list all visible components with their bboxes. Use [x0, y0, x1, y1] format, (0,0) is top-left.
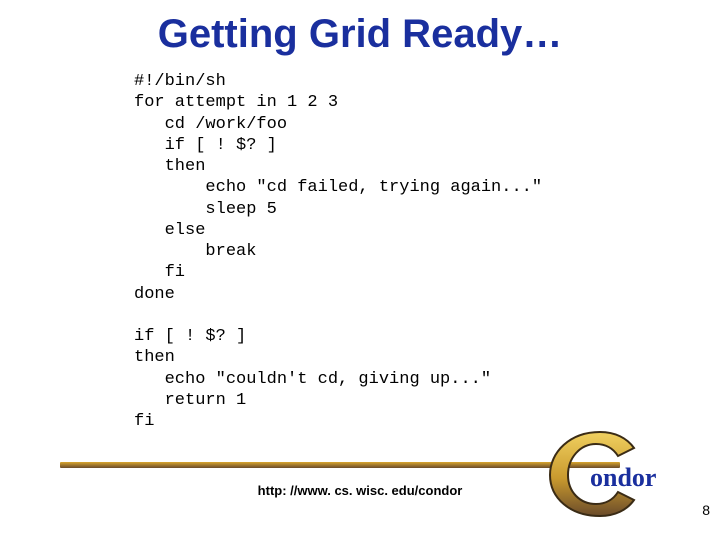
code-block: #!/bin/sh for attempt in 1 2 3 cd /work/…: [134, 71, 720, 432]
footer-url: http: //www. cs. wisc. edu/condor: [0, 483, 720, 498]
page-number: 8: [702, 502, 710, 518]
slide-container: Getting Grid Ready… #!/bin/sh for attemp…: [0, 0, 720, 540]
slide-title: Getting Grid Ready…: [0, 0, 720, 57]
condor-logo: ondor: [530, 420, 680, 520]
